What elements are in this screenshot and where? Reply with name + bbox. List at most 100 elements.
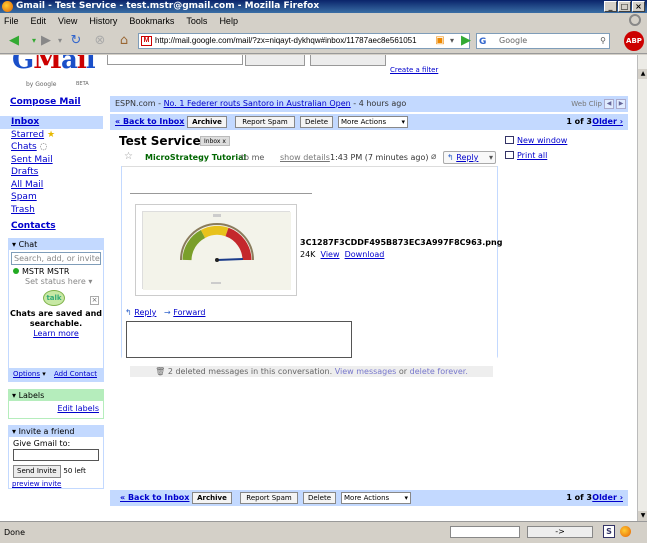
labels-header[interactable]: ▾ Labels bbox=[9, 390, 103, 401]
delete-button[interactable]: Delete bbox=[300, 116, 333, 128]
report-spam-button[interactable]: Report Spam bbox=[235, 116, 295, 128]
s-addon-icon[interactable]: S bbox=[603, 525, 615, 538]
invite-header[interactable]: ▾ Invite a friend bbox=[9, 426, 103, 437]
attachment-meta: 24K View Download bbox=[300, 250, 384, 259]
thread-subject: Test Service bbox=[119, 134, 201, 148]
edit-labels-link[interactable]: Edit labels bbox=[57, 404, 99, 413]
reply-link[interactable]: Reply bbox=[134, 308, 156, 317]
search-web-button[interactable] bbox=[310, 55, 386, 66]
nav-sent[interactable]: Sent Mail bbox=[0, 154, 103, 167]
view-deleted-messages-link[interactable]: View messages bbox=[335, 367, 397, 376]
adblock-icon[interactable]: ABP bbox=[624, 31, 644, 51]
mail-search-input[interactable] bbox=[107, 55, 243, 65]
compose-mail-link[interactable]: Compose Mail bbox=[10, 97, 81, 107]
chat-bubble-icon: ◌ bbox=[39, 142, 48, 152]
forward-link[interactable]: Forward bbox=[173, 308, 205, 317]
nav-chats[interactable]: Chats ◌ bbox=[0, 141, 103, 154]
message-recipient: to me bbox=[241, 153, 265, 162]
reply-dropdown-icon[interactable]: ▾ bbox=[489, 152, 493, 163]
remove-label-icon[interactable]: x bbox=[222, 138, 226, 145]
create-filter-link[interactable]: Create a filter bbox=[390, 66, 438, 74]
reply-arrow-icon: ↰ bbox=[125, 308, 132, 317]
star-toggle-icon[interactable]: ☆ bbox=[124, 151, 133, 162]
scroll-up-icon[interactable]: ▲ bbox=[638, 69, 647, 79]
menu-edit[interactable]: Edit bbox=[31, 16, 47, 26]
back-to-inbox-link-bottom[interactable]: « Back to Inbox bbox=[120, 493, 189, 502]
preview-invite-link[interactable]: preview invite bbox=[12, 480, 61, 488]
more-actions-select-bottom[interactable]: More Actions bbox=[341, 492, 411, 504]
attachment-size: 24K bbox=[300, 250, 316, 259]
more-actions-select[interactable]: More Actions bbox=[338, 116, 408, 128]
nav-spam[interactable]: Spam bbox=[0, 191, 103, 204]
older-link-bottom[interactable]: Older › bbox=[592, 493, 623, 502]
message-sender[interactable]: MicroStrategy Tutorial bbox=[145, 153, 246, 162]
contacts-link[interactable]: Contacts bbox=[11, 221, 56, 231]
close-button[interactable]: × bbox=[632, 1, 645, 12]
logo-by-google: by Google bbox=[26, 81, 57, 88]
vertical-scrollbar[interactable]: ▲ ▼ bbox=[637, 55, 647, 521]
invite-email-field[interactable] bbox=[13, 449, 99, 461]
delete-button-bottom[interactable]: Delete bbox=[303, 492, 336, 504]
message-time: 1:43 PM (7 minutes ago) bbox=[330, 153, 429, 162]
gmail-logo[interactable]: GMail by Google BETA bbox=[10, 55, 98, 89]
chat-options-link[interactable]: Options bbox=[13, 370, 40, 378]
older-link[interactable]: Older › bbox=[592, 117, 623, 126]
send-invite-button[interactable]: Send Invite bbox=[13, 465, 61, 478]
status-arrow[interactable]: -> bbox=[527, 526, 593, 538]
nav-all-mail[interactable]: All Mail bbox=[0, 179, 103, 192]
download-attachment-link[interactable]: Download bbox=[345, 250, 385, 259]
learn-more-link[interactable]: Learn more bbox=[33, 329, 79, 338]
menu-history[interactable]: History bbox=[89, 16, 117, 26]
menu-file[interactable]: File bbox=[4, 16, 19, 26]
reply-button[interactable]: ↰ Reply ▾ bbox=[443, 151, 496, 164]
menu-tools[interactable]: Tools bbox=[186, 16, 207, 26]
search-mail-button[interactable] bbox=[245, 55, 305, 66]
quick-reply-textarea[interactable] bbox=[126, 321, 352, 358]
attachment-paperclip-icon: ⌀ bbox=[431, 152, 437, 162]
home-icon[interactable]: ⌂ bbox=[116, 33, 132, 49]
chat-user[interactable]: MSTR MSTR bbox=[9, 267, 103, 276]
menu-help[interactable]: Help bbox=[219, 16, 238, 26]
set-status[interactable]: Set status here ▾ bbox=[9, 277, 103, 286]
firefox-status-icon[interactable] bbox=[620, 526, 631, 537]
report-spam-button-bottom[interactable]: Report Spam bbox=[240, 492, 298, 504]
url-bar[interactable]: M http://mail.google.com/mail/?zx=niqayt… bbox=[138, 33, 470, 49]
nav-trash[interactable]: Trash bbox=[0, 204, 103, 217]
delete-forever-link[interactable]: delete forever. bbox=[410, 367, 468, 376]
nav-starred[interactable]: Starred ★ bbox=[0, 129, 103, 142]
menu-bookmarks[interactable]: Bookmarks bbox=[129, 16, 174, 26]
chat-header[interactable]: ▾ Chat bbox=[9, 239, 103, 250]
archive-button[interactable]: Archive bbox=[187, 116, 227, 128]
back-to-inbox-link[interactable]: « Back to Inbox bbox=[115, 117, 184, 126]
attachment-thumbnail[interactable] bbox=[135, 204, 297, 296]
show-details-link[interactable]: show details bbox=[280, 153, 330, 162]
go-icon[interactable]: ▶ bbox=[458, 33, 474, 49]
search-magnifier-icon[interactable]: ⚲ bbox=[600, 34, 606, 48]
stop-icon[interactable]: ⊗ bbox=[92, 33, 108, 49]
bottom-action-bar: « Back to Inbox Archive Report Spam Dele… bbox=[110, 490, 628, 506]
print-all-link[interactable]: Print all bbox=[505, 151, 547, 160]
invite-panel: ▾ Invite a friend Give Gmail to: Send In… bbox=[8, 425, 104, 489]
close-icon[interactable]: × bbox=[90, 296, 99, 305]
new-window-link[interactable]: New window bbox=[505, 136, 567, 145]
archive-button-bottom[interactable]: Archive bbox=[192, 492, 232, 504]
web-clip-age: - 4 hours ago bbox=[353, 99, 407, 108]
forward-dropdown-icon[interactable]: ▾ bbox=[52, 33, 68, 49]
nav-inbox[interactable]: Inbox bbox=[0, 116, 103, 129]
web-clip-prev-icon[interactable]: ◀ bbox=[604, 99, 614, 109]
add-contact-link[interactable]: Add Contact bbox=[54, 368, 97, 381]
message-count-bottom: 1 of 3 bbox=[566, 493, 592, 502]
view-attachment-link[interactable]: View bbox=[321, 250, 340, 259]
chat-search-input[interactable]: Search, add, or invite bbox=[11, 252, 101, 265]
nav-drafts[interactable]: Drafts bbox=[0, 166, 103, 179]
web-clip-headline[interactable]: No. 1 Federer routs Santoro in Australia… bbox=[164, 99, 351, 108]
reload-icon[interactable]: ↻ bbox=[68, 33, 84, 49]
maximize-button[interactable]: □ bbox=[618, 1, 631, 12]
scroll-down-icon[interactable]: ▼ bbox=[638, 511, 647, 521]
reply-arrow-icon: ↰ bbox=[447, 153, 454, 162]
search-bar[interactable]: G Google ⚲ bbox=[476, 33, 610, 49]
menu-view[interactable]: View bbox=[58, 16, 77, 26]
minimize-button[interactable]: _ bbox=[604, 1, 617, 12]
web-clip-next-icon[interactable]: ▶ bbox=[616, 99, 626, 109]
back-arrow-icon[interactable]: ◀ bbox=[6, 33, 22, 49]
